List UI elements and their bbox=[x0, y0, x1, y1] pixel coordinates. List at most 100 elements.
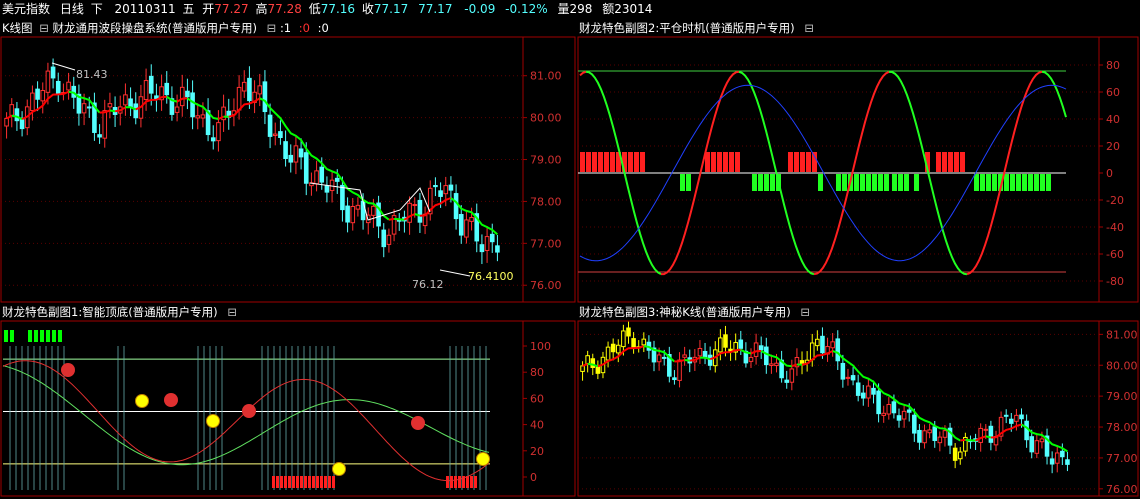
green-signal-bar bbox=[914, 174, 919, 191]
candle-body bbox=[195, 115, 201, 119]
sub1-collapse-icon[interactable]: ⊟ bbox=[227, 304, 237, 320]
candle-body bbox=[190, 92, 195, 118]
sub3-mystery-kline-panel[interactable]: 81.00 80.00 79.00 78.00 77.00 76.00 bbox=[577, 320, 1139, 497]
axis-tick-label: -20 bbox=[1106, 194, 1124, 207]
main-collapse-icon[interactable]: ⊟ bbox=[39, 20, 49, 36]
candle-body bbox=[1060, 450, 1065, 458]
bottom-signal-bar bbox=[300, 476, 303, 488]
top-signal-bar bbox=[4, 330, 8, 342]
candle-body bbox=[324, 185, 330, 193]
candle-body bbox=[40, 90, 46, 102]
smiley-bottom-icon bbox=[135, 394, 149, 408]
candle-body bbox=[123, 94, 128, 106]
main-indicator-name[interactable]: 财龙通用波段操盘系统(普通版用户专用) bbox=[53, 20, 257, 36]
candle-body bbox=[143, 80, 149, 101]
candle-body bbox=[957, 451, 963, 460]
candle-body bbox=[1029, 436, 1035, 453]
main-params-collapse-icon[interactable]: ⊟ bbox=[267, 20, 277, 36]
red-signal-bar bbox=[604, 152, 609, 172]
sub3-title[interactable]: 财龙特色副图3:神秘K线(普通版用户专用) bbox=[579, 304, 791, 320]
green-signal-bar bbox=[1004, 174, 1009, 191]
bottom-signal-bar bbox=[470, 476, 473, 488]
bottom-signal-bar bbox=[324, 476, 327, 488]
green-signal-bar bbox=[686, 174, 691, 191]
green-signal-bar bbox=[992, 174, 997, 191]
candle-body bbox=[631, 338, 636, 349]
main-title[interactable]: K线图 bbox=[2, 20, 33, 36]
axis-tick-label: 78.00 bbox=[530, 195, 562, 208]
main-param-3: :0 bbox=[317, 21, 329, 35]
sub3-collapse-icon[interactable]: ⊟ bbox=[800, 304, 810, 320]
low-price-label: 76.12 bbox=[412, 278, 444, 291]
candle-body bbox=[19, 117, 25, 130]
bottom-signal-bar bbox=[320, 476, 323, 488]
bottom-signal-bar bbox=[288, 476, 291, 488]
red-signal-bar bbox=[592, 152, 597, 172]
axis-tick-label: 60 bbox=[530, 392, 544, 405]
sub2-title[interactable]: 财龙特色副图2:平仓时机(普通版用户专用) bbox=[579, 20, 795, 36]
red-signal-bar bbox=[628, 152, 633, 172]
green-signal-bar bbox=[1016, 174, 1021, 191]
bottom-signal-bar bbox=[280, 476, 283, 488]
bottom-signal-bar bbox=[296, 476, 299, 488]
green-signal-bar bbox=[1034, 174, 1039, 191]
bottom-signal-bar bbox=[284, 476, 287, 488]
bottom-signal-bar bbox=[292, 476, 295, 488]
axis-tick-label: 80.00 bbox=[530, 112, 562, 125]
candle-body bbox=[283, 141, 288, 160]
candle-body bbox=[952, 447, 958, 461]
bottom-signal-bar bbox=[466, 476, 469, 488]
sub1-top-bottom-panel[interactable]: 100 80 60 40 20 0 bbox=[0, 320, 576, 497]
red-signal-bar bbox=[788, 152, 793, 172]
trough-marker-line bbox=[439, 269, 471, 277]
candle-body bbox=[758, 345, 764, 351]
candle-body bbox=[896, 415, 902, 421]
candle-body bbox=[314, 170, 319, 185]
candle-body bbox=[789, 368, 795, 383]
candle-body bbox=[443, 185, 449, 195]
main-kline-panel[interactable]: 81.00 80.00 79.00 78.00 77.00 76.00 81.43 76.12… bbox=[0, 36, 576, 303]
bottom-signal-bar bbox=[308, 476, 311, 488]
candle-body bbox=[590, 358, 596, 368]
chart-canvas[interactable]: 81.00 80.00 79.00 78.00 77.00 76.00 81.43 76.12… bbox=[0, 0, 1140, 499]
candle-body bbox=[922, 430, 927, 444]
sub2-close-timing-panel[interactable]: 80 60 40 20 0 -20 -40 -60 -80 bbox=[577, 36, 1139, 303]
trend-line-segment bbox=[684, 359, 690, 362]
axis-tick-label: 78.00 bbox=[1106, 421, 1138, 434]
candle-body bbox=[210, 137, 216, 142]
axis-tick-label: -80 bbox=[1106, 275, 1124, 288]
top-marker-icon bbox=[411, 416, 425, 430]
candle-body bbox=[267, 114, 273, 137]
candle-body bbox=[453, 193, 459, 220]
candle-body bbox=[81, 103, 87, 114]
bottom-signal-bar bbox=[272, 476, 275, 488]
bottom-signal-bar bbox=[328, 476, 331, 488]
trend-line-segment bbox=[985, 435, 992, 439]
timing-line-segment bbox=[579, 70, 587, 77]
candle-body bbox=[200, 114, 206, 119]
green-signal-bar bbox=[1028, 174, 1033, 191]
candle-body bbox=[1049, 458, 1055, 465]
red-signal-bar bbox=[942, 152, 947, 172]
candle-body bbox=[45, 70, 51, 93]
candle-body bbox=[303, 152, 309, 184]
candle-body bbox=[102, 110, 108, 139]
candle-body bbox=[489, 233, 495, 243]
candle-body bbox=[262, 81, 268, 113]
sub1-title[interactable]: 财龙特色副图1:智能顶底(普通版用户专用) bbox=[2, 304, 218, 320]
candle-body bbox=[1034, 440, 1040, 454]
red-signal-bar bbox=[948, 152, 953, 172]
candle-body bbox=[412, 204, 418, 207]
sub2-collapse-icon[interactable]: ⊟ bbox=[804, 20, 814, 36]
candle-body bbox=[774, 362, 779, 367]
candle-body bbox=[830, 341, 835, 349]
sub1-panel-title: 财龙特色副图1:智能顶底(普通版用户专用) ⊟ bbox=[2, 304, 237, 320]
candle-body bbox=[677, 359, 682, 381]
candle-body bbox=[371, 205, 376, 216]
smiley-bottom-icon bbox=[206, 414, 220, 428]
axis-tick-label: 0 bbox=[530, 471, 537, 484]
candle-body bbox=[615, 344, 621, 354]
candle-body bbox=[860, 392, 866, 399]
top-marker-icon bbox=[164, 393, 178, 407]
candle-body bbox=[886, 404, 892, 415]
